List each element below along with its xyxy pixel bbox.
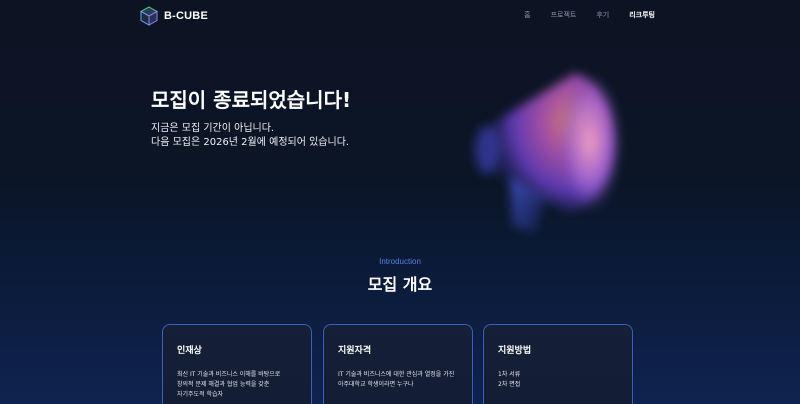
card-title: 지원자격	[338, 346, 372, 356]
card-line: 아주대학교 학생이라면 누구나	[338, 381, 414, 388]
card-line: IT 기술과 비즈니스에 대한 관심과 열정을 가진	[338, 371, 455, 378]
hero-subtitle-line: 지금은 모집 기간이 아닙니다.	[151, 123, 275, 134]
card-ideal-candidate: 인재상 최신 IT 기술과 비즈니스 이해를 바탕으로 창의적 문제 해결과 협…	[162, 324, 312, 404]
card-eligibility: 지원자격 IT 기술과 비즈니스에 대한 관심과 열정을 가진 아주대학교 학생…	[323, 324, 473, 404]
section-eyebrow: Introduction	[379, 257, 421, 266]
card-line: 1차 서류	[498, 371, 521, 378]
hero-subtitle: 지금은 모집 기간이 아닙니다. 다음 모집은 2026년 2월에 예정되어 있…	[151, 122, 349, 150]
section-title: 모집 개요	[367, 275, 433, 294]
logo[interactable]: B-CUBE	[140, 6, 208, 26]
card-line: 자기주도적 학습자	[177, 391, 224, 398]
main-nav: 홈 프로젝트 후기 리크루팅	[524, 10, 655, 20]
card-body: 최신 IT 기술과 비즈니스 이해를 바탕으로 창의적 문제 해결과 협업 능력…	[177, 370, 297, 400]
card-title: 지원방법	[498, 346, 532, 356]
card-line: 최신 IT 기술과 비즈니스 이해를 바탕으로	[177, 371, 281, 378]
megaphone-icon	[475, 73, 622, 233]
hero-title: 모집이 종료되었습니다!	[151, 88, 352, 112]
card-line: 창의적 문제 해결과 협업 능력을 갖춘	[177, 381, 270, 388]
nav-projects[interactable]: 프로젝트	[551, 10, 577, 20]
card-body: 1차 서류 2차 면접	[498, 370, 618, 390]
nav-reviews[interactable]: 후기	[596, 10, 609, 20]
hero-subtitle-line: 다음 모집은 2026년 2월에 예정되어 있습니다.	[151, 137, 350, 148]
nav-home[interactable]: 홈	[524, 10, 530, 20]
cube-logo-icon	[140, 6, 158, 26]
card-body: IT 기술과 비즈니스에 대한 관심과 열정을 가진 아주대학교 학생이라면 누…	[338, 370, 458, 390]
card-line: 2차 면접	[498, 381, 521, 388]
nav-recruiting[interactable]: 리크루팅	[629, 10, 655, 20]
card-title: 인재상	[177, 346, 202, 356]
logo-text: B-CUBE	[164, 10, 208, 22]
card-application-method: 지원방법 1차 서류 2차 면접	[483, 324, 633, 404]
top-header: B-CUBE 홈 프로젝트 후기 리크루팅	[0, 0, 800, 34]
